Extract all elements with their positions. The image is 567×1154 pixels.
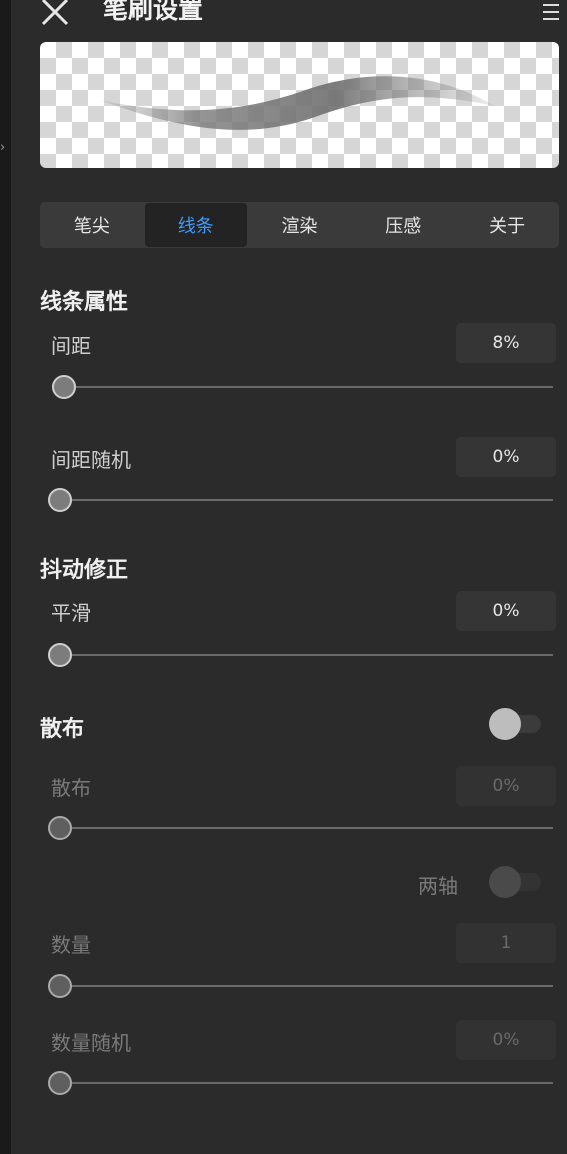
brush-settings-panel: 笔刷设置 笔尖 线条 渲染 压感 关于 线条属性 间距 8% 间距随机 0% 抖… bbox=[11, 0, 567, 1154]
menu-icon[interactable] bbox=[543, 4, 559, 24]
close-icon[interactable] bbox=[39, 0, 71, 26]
count-random-slider-track[interactable] bbox=[52, 1082, 553, 1084]
spacing-random-slider-track[interactable] bbox=[52, 499, 553, 501]
spacing-random-value[interactable]: 0% bbox=[456, 437, 556, 477]
scatter-slider-track[interactable] bbox=[52, 827, 553, 829]
count-random-label: 数量随机 bbox=[51, 1031, 131, 1055]
spacing-random-label: 间距随机 bbox=[51, 448, 131, 472]
spacing-slider-thumb[interactable] bbox=[52, 375, 76, 399]
smooth-slider-thumb[interactable] bbox=[48, 643, 72, 667]
scatter-toggle-knob[interactable] bbox=[489, 708, 521, 740]
tab-line[interactable]: 线条 bbox=[144, 203, 247, 247]
spacing-value[interactable]: 8% bbox=[456, 323, 556, 363]
count-label: 数量 bbox=[51, 933, 91, 957]
page-title: 笔刷设置 bbox=[103, 0, 204, 24]
smooth-label: 平滑 bbox=[51, 601, 91, 625]
count-value[interactable]: 1 bbox=[456, 923, 556, 963]
spacing-random-slider-thumb[interactable] bbox=[48, 488, 72, 512]
scatter-value[interactable]: 0% bbox=[456, 766, 556, 806]
tab-pressure[interactable]: 压感 bbox=[352, 203, 454, 247]
section-title-line-properties: 线条属性 bbox=[40, 290, 129, 315]
brush-stroke-preview bbox=[40, 42, 559, 168]
count-random-slider-thumb[interactable] bbox=[48, 1071, 72, 1095]
left-edge-strip bbox=[0, 0, 11, 1154]
section-title-jitter-correction: 抖动修正 bbox=[40, 558, 129, 583]
brush-stroke-preview-graphic bbox=[100, 76, 495, 130]
count-slider-thumb[interactable] bbox=[48, 974, 72, 998]
two-axis-toggle-knob[interactable] bbox=[489, 866, 521, 898]
tab-tip[interactable]: 笔尖 bbox=[41, 203, 143, 247]
collapse-arrow-icon[interactable]: › bbox=[0, 140, 8, 156]
brush-tabs: 笔尖 线条 渲染 压感 关于 bbox=[40, 202, 559, 248]
two-axis-label: 两轴 bbox=[418, 874, 458, 898]
scatter-label: 散布 bbox=[51, 776, 91, 800]
tab-render[interactable]: 渲染 bbox=[249, 203, 351, 247]
tab-about[interactable]: 关于 bbox=[456, 203, 558, 247]
smooth-slider-track[interactable] bbox=[52, 654, 553, 656]
count-random-value[interactable]: 0% bbox=[456, 1020, 556, 1060]
spacing-slider-track[interactable] bbox=[52, 386, 553, 388]
smooth-value[interactable]: 0% bbox=[456, 591, 556, 631]
section-title-scatter: 散布 bbox=[40, 717, 85, 742]
count-slider-track[interactable] bbox=[52, 985, 553, 987]
scatter-slider-thumb[interactable] bbox=[48, 816, 72, 840]
spacing-label: 间距 bbox=[51, 334, 91, 358]
